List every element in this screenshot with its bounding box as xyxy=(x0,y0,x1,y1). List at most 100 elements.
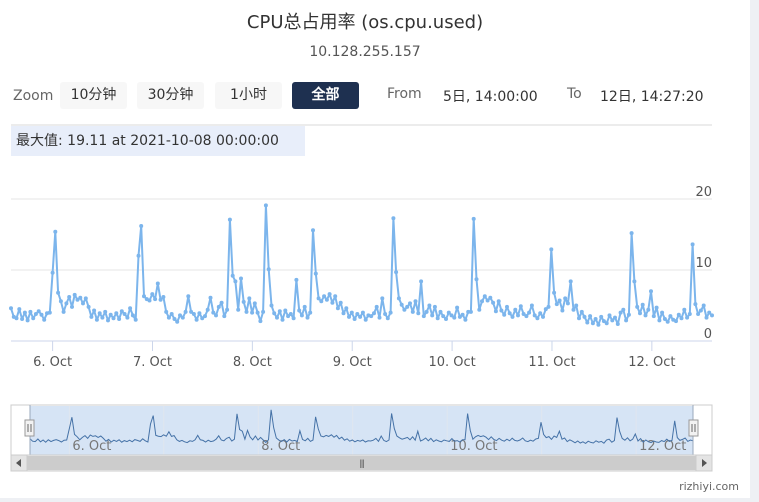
data-point xyxy=(338,300,343,305)
data-point xyxy=(136,253,141,258)
data-point xyxy=(427,303,432,308)
data-point xyxy=(78,295,83,300)
data-point xyxy=(25,318,30,323)
data-point xyxy=(114,311,119,316)
data-point xyxy=(646,307,651,312)
data-point xyxy=(28,309,33,314)
data-point xyxy=(571,307,576,312)
data-point xyxy=(441,314,446,319)
data-point xyxy=(480,299,484,304)
data-point xyxy=(150,292,155,297)
data-point xyxy=(97,311,102,316)
data-point xyxy=(632,279,637,284)
data-point xyxy=(430,313,435,318)
data-point xyxy=(396,296,401,301)
data-point xyxy=(471,216,476,221)
data-point xyxy=(255,310,260,315)
data-point xyxy=(665,319,670,324)
data-point xyxy=(649,289,653,294)
scrollbar-grip-icon: ⦀ xyxy=(360,458,365,471)
data-point xyxy=(67,295,72,299)
y-axis-ticks: 0 10 20 xyxy=(695,185,712,342)
data-point xyxy=(219,300,224,305)
data-point xyxy=(175,319,180,324)
data-point xyxy=(36,309,41,314)
data-point xyxy=(333,294,338,299)
data-point xyxy=(402,307,407,312)
data-point xyxy=(327,292,332,297)
data-point xyxy=(250,310,255,315)
data-point xyxy=(698,308,703,313)
data-point xyxy=(421,314,426,319)
data-point xyxy=(499,308,504,313)
data-point xyxy=(455,305,460,310)
data-point xyxy=(463,317,468,322)
navigator-selection[interactable] xyxy=(30,406,693,455)
data-point xyxy=(682,307,687,312)
data-point xyxy=(56,290,61,295)
data-point xyxy=(613,315,617,320)
x-tick-label: 7. Oct xyxy=(133,355,172,370)
data-point xyxy=(308,310,313,315)
data-point xyxy=(582,314,587,319)
data-point xyxy=(269,303,274,308)
data-point xyxy=(377,315,382,320)
data-point xyxy=(14,316,19,321)
data-point xyxy=(674,319,678,324)
max-value-tooltip: 最大值: 19.11 at 2021-10-08 00:00:00 xyxy=(11,126,305,156)
data-point xyxy=(106,318,110,323)
data-point xyxy=(311,228,315,233)
data-point xyxy=(399,302,404,307)
data-point xyxy=(435,316,440,321)
data-point xyxy=(380,296,385,301)
data-point xyxy=(557,298,562,303)
data-point xyxy=(86,304,91,309)
data-point xyxy=(604,321,609,326)
data-point xyxy=(621,307,626,312)
data-point xyxy=(574,303,579,308)
data-point xyxy=(696,312,701,316)
grid-lines xyxy=(11,198,712,271)
data-point xyxy=(203,314,207,319)
data-point xyxy=(42,317,47,322)
x-tick-label: 9. Oct xyxy=(333,355,372,370)
data-point xyxy=(643,313,648,318)
data-point xyxy=(139,224,144,228)
data-point xyxy=(518,304,523,309)
data-point xyxy=(322,294,327,299)
data-point xyxy=(493,309,498,314)
data-point xyxy=(252,301,257,306)
data-point xyxy=(513,307,518,312)
data-point xyxy=(53,229,58,234)
data-point xyxy=(505,304,509,309)
data-point xyxy=(89,314,94,319)
data-point xyxy=(299,313,304,318)
data-point xyxy=(70,304,74,309)
data-point xyxy=(593,317,598,321)
data-point xyxy=(125,315,130,320)
data-point xyxy=(394,270,399,275)
data-point xyxy=(117,317,122,321)
data-point xyxy=(654,305,659,310)
cpu-chart-svg: 0 10 20 6. Oct 7. Oct 8. Oct 9. Oct 10. Oct 11.… xyxy=(9,124,714,472)
data-point xyxy=(280,317,285,322)
data-point xyxy=(355,312,360,316)
data-point xyxy=(130,313,135,318)
data-point xyxy=(541,314,545,319)
data-point xyxy=(482,294,487,299)
data-point xyxy=(388,310,393,315)
data-point xyxy=(180,315,185,320)
data-point xyxy=(374,304,379,309)
data-point xyxy=(552,290,557,295)
data-point xyxy=(275,315,279,320)
data-point xyxy=(22,310,27,315)
navigator-left-handle[interactable] xyxy=(24,419,35,437)
data-point xyxy=(347,314,351,319)
data-point xyxy=(651,314,656,319)
data-point xyxy=(108,312,113,317)
data-point xyxy=(313,271,318,276)
data-point xyxy=(100,315,105,320)
data-point xyxy=(64,301,69,306)
watermark: rizhiyi.com xyxy=(679,480,739,493)
navigator-right-handle[interactable] xyxy=(688,419,699,437)
